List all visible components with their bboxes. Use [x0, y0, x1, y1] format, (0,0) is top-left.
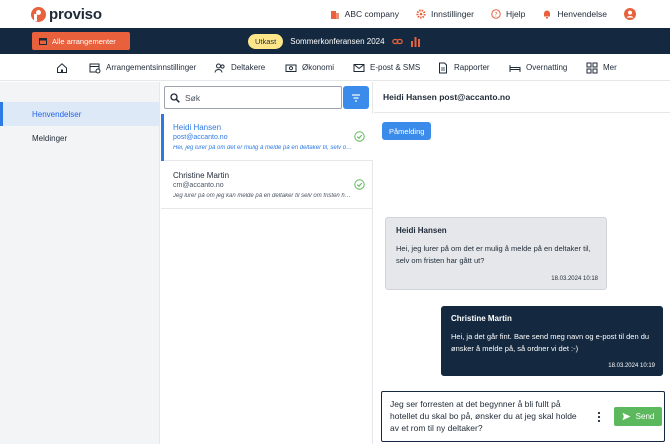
conversation-email: cm@accanto.no [173, 182, 224, 189]
nav-more[interactable]: Mer [586, 54, 617, 81]
nav-home[interactable] [56, 54, 68, 81]
nav-economy[interactable]: Økonomi [285, 54, 334, 81]
calendar-icon [39, 38, 47, 45]
sidebar-item-label: Henvendelser [32, 109, 82, 119]
message-text: Hei, jeg lurer på om det er mulig å meld… [396, 244, 591, 265]
category-tag-label: Påmelding [389, 126, 425, 136]
message-sender: Christine Martin [451, 314, 512, 323]
message-outgoing: Christine Martin Hei, ja det går fint. B… [441, 306, 663, 376]
nav-event-settings[interactable]: Arrangementsinnstillinger [89, 54, 196, 81]
money-icon [285, 64, 297, 72]
event-name: Sommerkonferansen 2024 [290, 36, 385, 46]
help-label: Hjelp [506, 9, 526, 19]
document-icon [439, 62, 447, 73]
nav-accommodation[interactable]: Overnatting [509, 54, 567, 81]
company-switcher[interactable]: ABC company [330, 9, 399, 19]
message-incoming: Heidi Hansen Hei, jeg lurer på om det er… [385, 217, 607, 290]
conversation-snippet: Jeg lurer på om jeg kan melde på en delt… [173, 193, 353, 199]
status-badge: Utkast [248, 33, 284, 49]
filter-button[interactable] [343, 86, 369, 109]
chat-header: Heidi Hansen post@accanto.no [374, 82, 670, 113]
all-events-label: Alle arrangementer [52, 36, 116, 46]
envelope-icon [353, 63, 365, 72]
nav-accommodation-label: Overnatting [526, 63, 568, 72]
check-circle-icon [354, 131, 365, 142]
event-nav: Arrangementsinnstillinger Deltakere Økon… [0, 54, 670, 81]
nav-email-sms-label: E-post & SMS [370, 63, 421, 72]
bell-icon [544, 10, 551, 19]
calendar-settings-icon [89, 63, 101, 73]
search-input[interactable] [185, 92, 335, 103]
all-events-button[interactable]: Alle arrangementer [32, 32, 130, 50]
svg-text:?: ? [494, 11, 497, 18]
inquiry-label: Henvendelse [557, 9, 607, 19]
category-tag[interactable]: Påmelding [382, 122, 432, 140]
send-button[interactable]: Send [614, 407, 662, 426]
sidebar-item-inquiries[interactable]: Henvendelser [0, 102, 160, 126]
nav-more-label: Mer [603, 63, 617, 72]
conversation-email: post@accanto.no [173, 134, 228, 141]
search-box[interactable] [164, 86, 342, 109]
nav-participants[interactable]: Deltakere [214, 54, 265, 81]
people-icon [214, 63, 225, 73]
help-icon: ? [491, 9, 501, 19]
proviso-logo[interactable]: proviso [31, 6, 102, 23]
logo-text: proviso [49, 6, 102, 23]
message-composer[interactable]: Jeg ser forresten at det begynner å bli … [381, 391, 665, 442]
conversation-name: Heidi Hansen [173, 123, 222, 132]
nav-participants-label: Deltakere [231, 63, 266, 72]
check-circle-icon [354, 179, 365, 190]
event-info: Utkast Sommerkonferansen 2024 [248, 33, 421, 49]
top-bar: proviso ABC company Innstillinger ? Hjel… [0, 0, 670, 28]
conversation-snippet: Hei, jeg lurer på om det er mulig å meld… [173, 145, 353, 151]
help-link[interactable]: ? Hjelp [491, 9, 525, 19]
sidebar-item-label: Meldinger [32, 133, 68, 143]
send-label: Send [635, 412, 655, 421]
message-time: 18.03.2024 10:18 [551, 276, 598, 282]
conversation-list: Heidi Hansen post@accanto.no Hei, jeg lu… [161, 82, 373, 444]
settings-label: Innstillinger [431, 9, 474, 19]
message-input[interactable]: Jeg ser forresten at det begynner å bli … [390, 398, 586, 434]
nav-reports[interactable]: Rapporter [437, 54, 490, 81]
conversation-item-christine[interactable]: Christine Martin cm@accanto.no Jeg lurer… [161, 162, 373, 209]
event-bar: Alle arrangementer Utkast Sommerkonferan… [0, 28, 670, 54]
filter-icon [352, 93, 360, 102]
message-time: 18.03.2024 10:19 [608, 363, 655, 369]
company-label: ABC company [344, 9, 399, 19]
grid-icon [586, 62, 598, 73]
settings-link[interactable]: Innstillinger [416, 9, 474, 19]
link-icon[interactable] [391, 36, 403, 47]
nav-economy-label: Økonomi [302, 63, 335, 72]
nav-email-sms[interactable]: E-post & SMS [353, 54, 420, 81]
conversation-name: Christine Martin [173, 171, 230, 180]
top-links: ABC company Innstillinger ? Hjelp Henven… [330, 0, 636, 28]
search-icon [170, 92, 180, 103]
gear-icon [416, 9, 426, 19]
bed-icon [509, 64, 521, 72]
message-sender: Heidi Hansen [396, 226, 447, 235]
conversation-item-heidi[interactable]: Heidi Hansen post@accanto.no Hei, jeg lu… [161, 114, 373, 161]
send-icon [622, 412, 631, 421]
nav-reports-label: Rapporter [454, 63, 490, 72]
message-text: Hei, ja det går fint. Bare send meg navn… [451, 332, 650, 353]
chat-header-title: Heidi Hansen post@accanto.no [383, 92, 511, 102]
building-icon [330, 11, 339, 19]
nav-event-settings-label: Arrangementsinnstillinger [106, 63, 197, 72]
sidebar: Henvendelser Meldinger [0, 82, 160, 444]
more-vertical-icon[interactable] [597, 411, 601, 423]
chat-panel: Heidi Hansen post@accanto.no Påmelding H… [374, 82, 670, 444]
sidebar-item-messages[interactable]: Meldinger [0, 126, 160, 150]
user-avatar-icon[interactable] [624, 8, 636, 20]
bar-chart-icon[interactable] [410, 36, 421, 47]
inquiry-link[interactable]: Henvendelse [542, 9, 607, 19]
home-icon [57, 62, 67, 73]
logo-mark-icon [31, 7, 46, 22]
